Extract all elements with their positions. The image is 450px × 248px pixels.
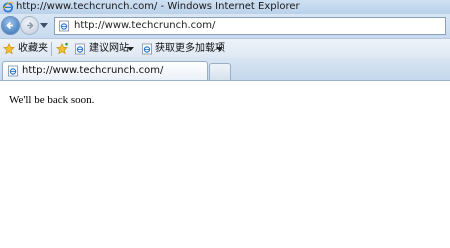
- chevron-down-icon: [216, 47, 223, 51]
- page-message: We'll be back soon.: [9, 94, 95, 106]
- star-icon: [3, 43, 15, 55]
- get-more-addons-label: 获取更多加载项: [155, 43, 225, 54]
- add-favorite-star-icon: [56, 43, 68, 55]
- back-button[interactable]: [1, 16, 20, 35]
- address-bar[interactable]: http://www.techcrunch.com/: [54, 17, 446, 35]
- ie-page-icon: [8, 65, 18, 77]
- ie-page-icon: [142, 43, 152, 55]
- tab-label: http://www.techcrunch.com/: [22, 65, 164, 76]
- forward-arrow-icon: [27, 21, 34, 30]
- ie-page-icon: [59, 20, 69, 32]
- separator: [51, 42, 52, 56]
- forward-button[interactable]: [20, 16, 39, 35]
- add-to-favorites-button[interactable]: [56, 39, 70, 59]
- navigation-bar: http://www.techcrunch.com/: [0, 14, 450, 38]
- tab-techcrunch[interactable]: http://www.techcrunch.com/: [2, 61, 208, 80]
- new-tab-button[interactable]: [209, 63, 231, 80]
- page-content: We'll be back soon.: [0, 81, 450, 248]
- address-input[interactable]: http://www.techcrunch.com/: [74, 18, 215, 34]
- ie-page-icon: [75, 43, 85, 55]
- title-bar: http://www.techcrunch.com/ - Windows Int…: [0, 0, 450, 14]
- window-title: http://www.techcrunch.com/ - Windows Int…: [16, 1, 300, 12]
- favorites-label: 收藏夹: [18, 43, 48, 54]
- back-arrow-icon: [6, 21, 13, 30]
- suggested-sites-label: 建议网站: [89, 43, 129, 54]
- favorites-bar: 收藏夹 建议网站 获取更多加载项: [0, 38, 450, 59]
- history-dropdown-icon[interactable]: [40, 23, 48, 28]
- suggested-sites-link[interactable]: 建议网站: [74, 39, 134, 59]
- get-more-addons-link[interactable]: 获取更多加载项: [141, 39, 225, 59]
- favorites-button[interactable]: 收藏夹: [3, 39, 48, 59]
- ie-logo-icon: [2, 2, 14, 13]
- chevron-down-icon: [127, 47, 134, 51]
- tab-strip: http://www.techcrunch.com/: [0, 58, 450, 81]
